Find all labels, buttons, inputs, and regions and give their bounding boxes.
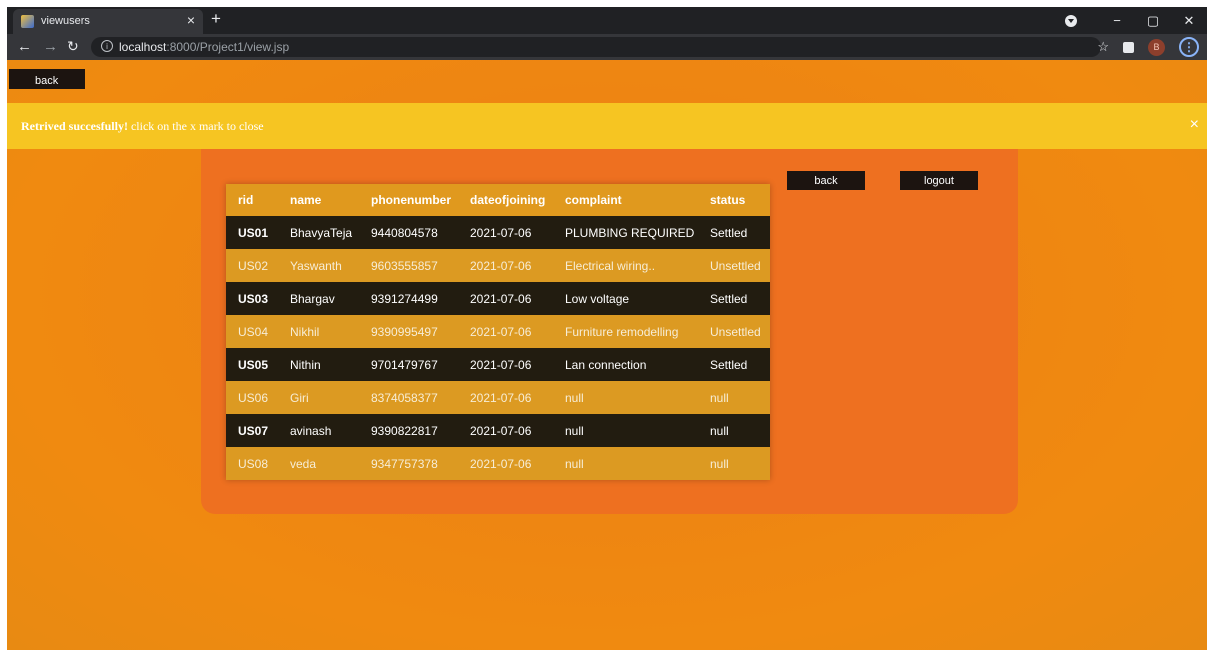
- cell-status: Settled: [698, 348, 770, 381]
- cell-complaint: null: [553, 414, 698, 447]
- table-row: US08 veda 9347757378 2021-07-06 null nul…: [226, 447, 770, 480]
- header-status: status: [698, 184, 770, 216]
- cell-complaint: Furniture remodelling: [553, 315, 698, 348]
- cell-status: null: [698, 447, 770, 480]
- maximize-icon[interactable]: ▢: [1135, 13, 1171, 29]
- header-dateofjoining: dateofjoining: [458, 184, 553, 216]
- forward-arrow-icon[interactable]: →: [43, 38, 58, 55]
- new-tab-icon[interactable]: +: [211, 9, 221, 29]
- cell-rid: US08: [226, 447, 278, 480]
- users-table: rid name phonenumber dateofjoining compl…: [226, 184, 770, 480]
- browser-menu-icon[interactable]: ⋮: [1179, 37, 1199, 57]
- site-info-icon[interactable]: i: [101, 40, 113, 52]
- logout-button[interactable]: logout: [900, 171, 978, 190]
- cell-complaint: Low voltage: [553, 282, 698, 315]
- users-panel: rid name phonenumber dateofjoining compl…: [201, 149, 1018, 514]
- cell-rid: US03: [226, 282, 278, 315]
- reload-icon[interactable]: ↻: [67, 38, 79, 55]
- table-row: US05 Nithin 9701479767 2021-07-06 Lan co…: [226, 348, 770, 381]
- cell-date: 2021-07-06: [458, 348, 553, 381]
- cell-name: BhavyaTeja: [278, 216, 359, 249]
- table-row: US06 Giri 8374058377 2021-07-06 null nul…: [226, 381, 770, 414]
- cell-name: Nithin: [278, 348, 359, 381]
- table-row: US04 Nikhil 9390995497 2021-07-06 Furnit…: [226, 315, 770, 348]
- top-back-button[interactable]: back: [9, 69, 85, 89]
- back-button[interactable]: back: [787, 171, 865, 190]
- cell-name: Giri: [278, 381, 359, 414]
- cell-date: 2021-07-06: [458, 381, 553, 414]
- media-record-icon[interactable]: [1065, 14, 1077, 27]
- cell-status: Settled: [698, 282, 770, 315]
- cell-phone: 9390995497: [359, 315, 458, 348]
- cell-phone: 9603555857: [359, 249, 458, 282]
- cell-phone: 9701479767: [359, 348, 458, 381]
- tab-close-icon[interactable]: ×: [187, 12, 195, 28]
- cell-status: null: [698, 414, 770, 447]
- alert-close-icon[interactable]: ×: [1190, 116, 1199, 134]
- cell-status: Unsettled: [698, 249, 770, 282]
- cell-rid: US04: [226, 315, 278, 348]
- close-window-icon[interactable]: ✕: [1171, 13, 1207, 29]
- table-row: US02 Yaswanth 9603555857 2021-07-06 Elec…: [226, 249, 770, 282]
- cell-complaint: Lan connection: [553, 348, 698, 381]
- window-controls: − ▢ ✕: [1065, 7, 1207, 34]
- cell-rid: US05: [226, 348, 278, 381]
- cell-name: Bhargav: [278, 282, 359, 315]
- cell-name: Nikhil: [278, 315, 359, 348]
- cell-status: Settled: [698, 216, 770, 249]
- cell-date: 2021-07-06: [458, 447, 553, 480]
- cell-date: 2021-07-06: [458, 414, 553, 447]
- profile-avatar[interactable]: B: [1148, 38, 1165, 56]
- table-row: US07 avinash 9390822817 2021-07-06 null …: [226, 414, 770, 447]
- browser-toolbar: ← → ↻ i localhost:8000/Project1/view.jsp…: [7, 34, 1207, 60]
- alert-message: Retrived succesfully! click on the x mar…: [21, 119, 264, 133]
- cell-name: Yaswanth: [278, 249, 359, 282]
- back-arrow-icon[interactable]: ←: [17, 38, 32, 55]
- cell-phone: 8374058377: [359, 381, 458, 414]
- cell-name: avinash: [278, 414, 359, 447]
- toolbar-icons: ☆ B ⋮: [1097, 37, 1199, 57]
- minimize-icon[interactable]: −: [1099, 13, 1135, 28]
- cell-complaint: null: [553, 447, 698, 480]
- table-row: US03 Bhargav 9391274499 2021-07-06 Low v…: [226, 282, 770, 315]
- browser-window: viewusers × + − ▢ ✕ ← → ↻ i localhost:80…: [7, 7, 1207, 650]
- tab-strip: viewusers × + − ▢ ✕: [7, 7, 1207, 34]
- header-rid: rid: [226, 184, 278, 216]
- url-text: localhost:8000/Project1/view.jsp: [119, 40, 290, 54]
- address-bar[interactable]: i localhost:8000/Project1/view.jsp: [91, 37, 1101, 57]
- cell-date: 2021-07-06: [458, 249, 553, 282]
- cell-name: veda: [278, 447, 359, 480]
- cell-complaint: null: [553, 381, 698, 414]
- cell-phone: 9440804578: [359, 216, 458, 249]
- cell-date: 2021-07-06: [458, 282, 553, 315]
- cell-phone: 9347757378: [359, 447, 458, 480]
- header-name: name: [278, 184, 359, 216]
- cell-complaint: Electrical wiring..: [553, 249, 698, 282]
- tab-title: viewusers: [41, 15, 90, 27]
- page-content: back Retrived succesfully! click on the …: [7, 60, 1207, 650]
- cell-rid: US07: [226, 414, 278, 447]
- extensions-icon[interactable]: [1123, 41, 1134, 53]
- cell-phone: 9390822817: [359, 414, 458, 447]
- header-complaint: complaint: [553, 184, 698, 216]
- cell-date: 2021-07-06: [458, 216, 553, 249]
- cell-complaint: PLUMBING REQUIRED: [553, 216, 698, 249]
- cell-status: Unsettled: [698, 315, 770, 348]
- cell-rid: US06: [226, 381, 278, 414]
- cell-rid: US01: [226, 216, 278, 249]
- cell-date: 2021-07-06: [458, 315, 553, 348]
- favicon-icon: [21, 15, 34, 28]
- tab-viewusers[interactable]: viewusers ×: [13, 9, 203, 34]
- cell-status: null: [698, 381, 770, 414]
- success-alert: Retrived succesfully! click on the x mar…: [7, 103, 1207, 149]
- header-phonenumber: phonenumber: [359, 184, 458, 216]
- cell-phone: 9391274499: [359, 282, 458, 315]
- table-row: US01 BhavyaTeja 9440804578 2021-07-06 PL…: [226, 216, 770, 249]
- table-header-row: rid name phonenumber dateofjoining compl…: [226, 184, 770, 216]
- cell-rid: US02: [226, 249, 278, 282]
- bookmark-star-icon[interactable]: ☆: [1097, 39, 1109, 55]
